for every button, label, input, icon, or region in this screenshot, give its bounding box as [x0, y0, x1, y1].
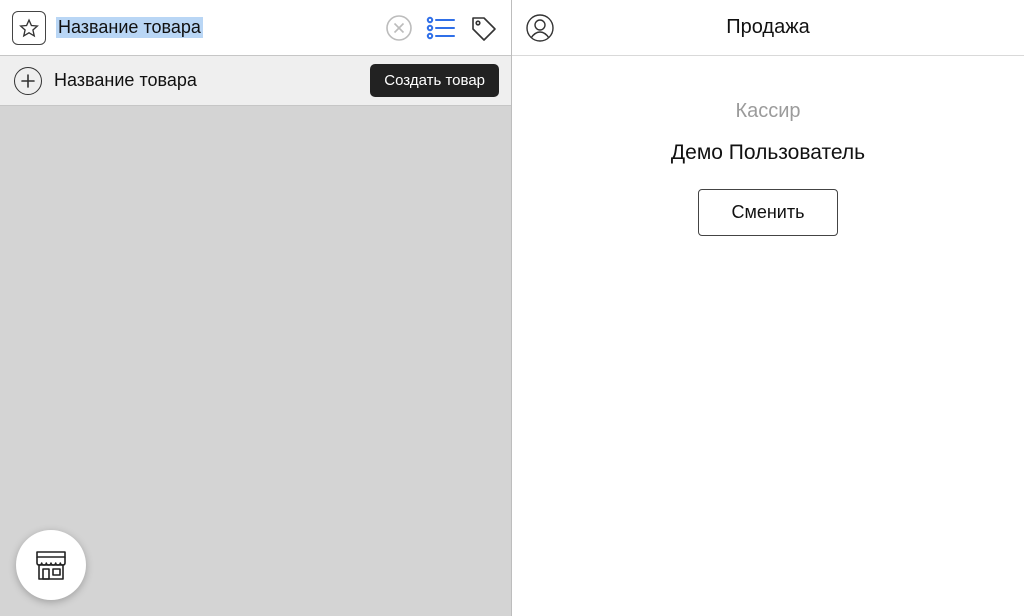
profile-button[interactable] [524, 12, 556, 44]
star-icon [19, 18, 39, 38]
right-panel-title: Продажа [512, 16, 1024, 39]
tag-button[interactable] [467, 12, 499, 44]
tag-icon [468, 13, 498, 43]
item-label: Название товара [54, 70, 358, 91]
search-input[interactable]: Название товара [56, 17, 373, 38]
plus-icon [21, 74, 35, 88]
left-panel: Название товара [0, 0, 512, 616]
right-panel: Продажа Кассир Демо Пользователь Сменить [512, 0, 1024, 616]
list-icon [426, 15, 456, 41]
favorites-button[interactable] [12, 11, 46, 45]
store-fab[interactable] [16, 530, 86, 600]
close-circle-icon [385, 14, 413, 42]
search-input-value: Название товара [56, 17, 203, 38]
right-body: Кассир Демо Пользователь Сменить [512, 56, 1024, 616]
cashier-name: Демо Пользователь [671, 141, 865, 165]
store-icon [31, 545, 71, 585]
list-view-button[interactable] [425, 12, 457, 44]
clear-button[interactable] [383, 12, 415, 44]
left-body [0, 106, 511, 616]
change-cashier-button[interactable]: Сменить [698, 189, 837, 236]
right-header: Продажа [512, 0, 1024, 56]
create-product-button[interactable]: Создать товар [370, 64, 499, 97]
left-header: Название товара [0, 0, 511, 56]
add-item-button[interactable] [14, 67, 42, 95]
cashier-label: Кассир [735, 100, 800, 123]
user-icon [525, 13, 555, 43]
item-row: Название товара Создать товар [0, 56, 511, 106]
